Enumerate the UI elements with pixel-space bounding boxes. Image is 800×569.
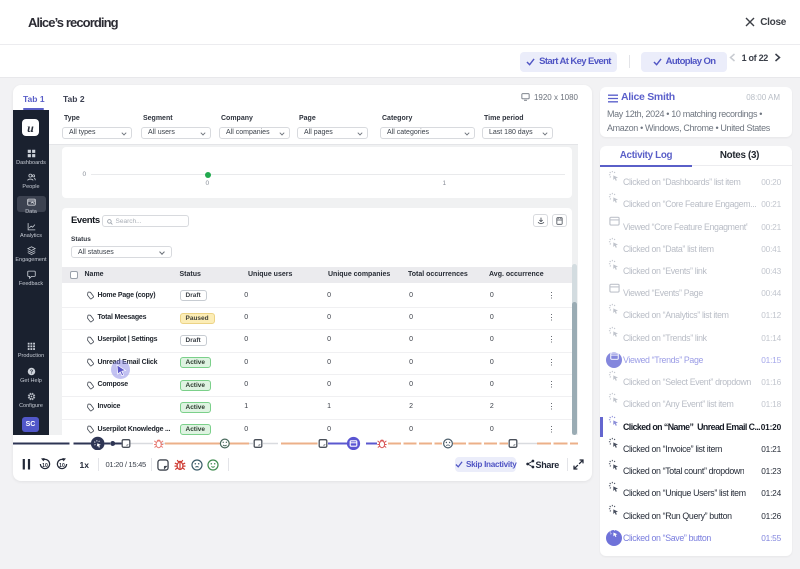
svg-text:10: 10 [42, 463, 48, 469]
svg-text:10: 10 [59, 463, 65, 469]
svg-text:?: ? [29, 370, 32, 376]
